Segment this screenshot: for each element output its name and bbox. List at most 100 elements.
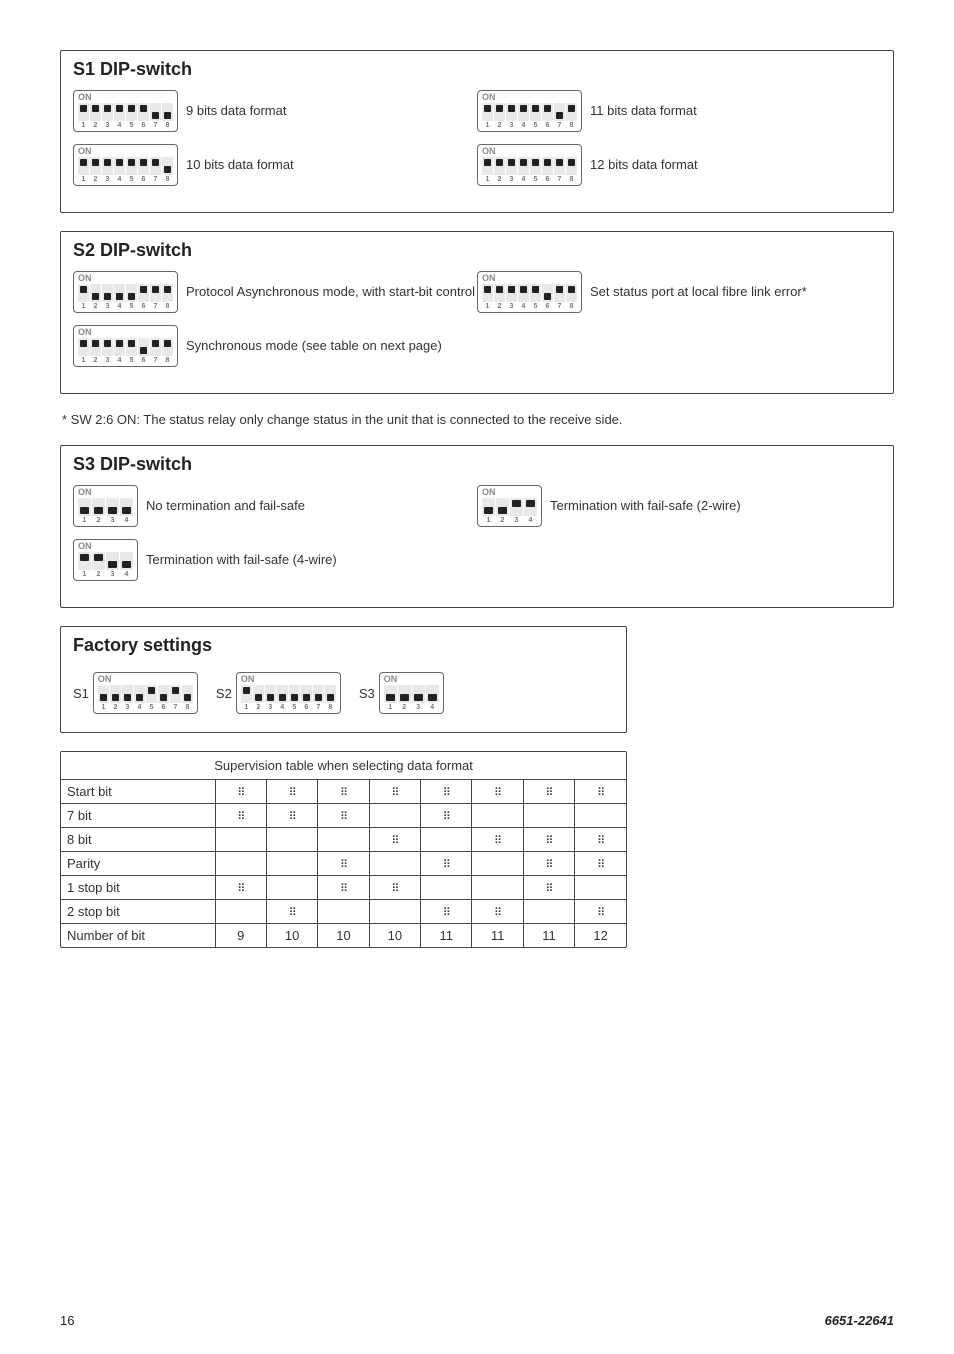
factory-settings-section: Factory settings S1 ON12345678 S2 ON1234… (60, 626, 627, 733)
s2-label: Protocol Asynchronous mode, with start-b… (186, 283, 475, 301)
table-cell: ⠿ (575, 900, 626, 924)
row-header: 2 stop bit (61, 900, 215, 924)
table-cell: ⠿ (266, 900, 317, 924)
dip-switch-4: ON1234 (73, 539, 138, 581)
table-cell: ⠿ (215, 876, 266, 900)
dip-switch-4: ON1234 (73, 485, 138, 527)
table-cell (318, 900, 369, 924)
s3-label: No termination and fail-safe (146, 497, 305, 515)
row-header: 1 stop bit (61, 876, 215, 900)
dip-switch-4: ON1234 (379, 672, 444, 714)
supervision-table-section: Supervision table when selecting data fo… (60, 751, 627, 948)
table-row: Start bit⠿⠿⠿⠿⠿⠿⠿⠿ (61, 780, 626, 804)
factory-s3: S3 ON1234 (359, 672, 444, 714)
factory-s2-label: S2 (216, 686, 232, 701)
s1-title: S1 DIP-switch (73, 59, 881, 80)
table-cell (421, 876, 472, 900)
table-cell (472, 804, 523, 828)
table-cell (369, 852, 420, 876)
footnote: * SW 2:6 ON: The status relay only chang… (60, 412, 894, 427)
table-cell: ⠿ (369, 876, 420, 900)
dip-switch-8: ON12345678 (477, 144, 582, 186)
table-cell: ⠿ (575, 828, 626, 852)
s3-entry-2wire: ON1234 Termination with fail-safe (2-wir… (477, 485, 881, 527)
s2-label: Synchronous mode (see table on next page… (186, 337, 442, 355)
table-cell: 12 (575, 924, 626, 948)
table-row: 8 bit⠿⠿⠿⠿ (61, 828, 626, 852)
s2-entry-status: ON12345678 Set status port at local fibr… (477, 271, 881, 313)
dip-switch-4: ON1234 (477, 485, 542, 527)
s1-entry-9bits: ON12345678 9 bits data format (73, 90, 477, 132)
table-cell: ⠿ (523, 780, 574, 804)
table-cell: ⠿ (575, 780, 626, 804)
table-cell: ⠿ (421, 900, 472, 924)
dip-switch-8: ON12345678 (73, 144, 178, 186)
table-cell (369, 804, 420, 828)
s2-title: S2 DIP-switch (73, 240, 881, 261)
s3-entry-noterm: ON1234 No termination and fail-safe (73, 485, 477, 527)
table-cell: ⠿ (472, 780, 523, 804)
table-cell (472, 876, 523, 900)
table-cell: ⠿ (215, 804, 266, 828)
table-cell (575, 876, 626, 900)
table-cell: ⠿ (266, 804, 317, 828)
row-header: Parity (61, 852, 215, 876)
table-cell: ⠿ (318, 876, 369, 900)
table-cell: ⠿ (523, 876, 574, 900)
table-cell (369, 900, 420, 924)
table-cell: 11 (472, 924, 523, 948)
s2-dip-switch-section: S2 DIP-switch ON12345678 Protocol Asynch… (60, 231, 894, 394)
dip-switch-8: ON12345678 (477, 90, 582, 132)
factory-s2: S2 ON12345678 (216, 672, 341, 714)
table-cell: ⠿ (421, 804, 472, 828)
table-cell (472, 852, 523, 876)
table-cell: 10 (318, 924, 369, 948)
table-row: Parity⠿⠿⠿⠿ (61, 852, 626, 876)
factory-title: Factory settings (73, 635, 614, 656)
s3-label: Termination with fail-safe (4-wire) (146, 551, 337, 569)
page-number: 16 (60, 1313, 74, 1328)
table-cell: 10 (266, 924, 317, 948)
s3-entry-4wire: ON1234 Termination with fail-safe (4-wir… (73, 539, 477, 581)
table-cell: ⠿ (472, 828, 523, 852)
s1-label: 12 bits data format (590, 156, 698, 174)
table-cell (523, 900, 574, 924)
table-row: 1 stop bit⠿⠿⠿⠿ (61, 876, 626, 900)
s1-dip-switch-section: S1 DIP-switch ON12345678 9 bits data for… (60, 50, 894, 213)
dip-switch-8: ON12345678 (236, 672, 341, 714)
table-row: 7 bit⠿⠿⠿⠿ (61, 804, 626, 828)
table-cell: 11 (523, 924, 574, 948)
s1-entry-12bits: ON12345678 12 bits data format (477, 144, 881, 186)
s1-label: 9 bits data format (186, 102, 286, 120)
table-cell: ⠿ (421, 780, 472, 804)
table-cell (215, 828, 266, 852)
table-cell: 11 (421, 924, 472, 948)
factory-s1: S1 ON12345678 (73, 672, 198, 714)
s2-entry-async: ON12345678 Protocol Asynchronous mode, w… (73, 271, 477, 313)
table-cell (266, 876, 317, 900)
s1-entry-11bits: ON12345678 11 bits data format (477, 90, 881, 132)
s2-label: Set status port at local fibre link erro… (590, 283, 807, 301)
table-cell: 10 (369, 924, 420, 948)
table-row: Number of bit910101011111112 (61, 924, 626, 948)
s2-entry-sync: ON12345678 Synchronous mode (see table o… (73, 325, 477, 367)
s3-dip-switch-section: S3 DIP-switch ON1234 No termination and … (60, 445, 894, 608)
supervision-title: Supervision table when selecting data fo… (61, 752, 626, 780)
s3-title: S3 DIP-switch (73, 454, 881, 475)
s1-label: 10 bits data format (186, 156, 294, 174)
dip-switch-8: ON12345678 (93, 672, 198, 714)
table-cell: ⠿ (318, 780, 369, 804)
table-cell: ⠿ (523, 852, 574, 876)
table-cell: ⠿ (369, 828, 420, 852)
row-header: 7 bit (61, 804, 215, 828)
table-cell: ⠿ (523, 828, 574, 852)
row-header: 8 bit (61, 828, 215, 852)
table-cell (421, 828, 472, 852)
table-cell: ⠿ (318, 852, 369, 876)
row-header: Start bit (61, 780, 215, 804)
supervision-table: Start bit⠿⠿⠿⠿⠿⠿⠿⠿7 bit⠿⠿⠿⠿8 bit⠿⠿⠿⠿Parit… (61, 780, 626, 947)
table-cell: ⠿ (575, 852, 626, 876)
dip-switch-8: ON12345678 (73, 90, 178, 132)
document-number: 6651-22641 (825, 1313, 894, 1328)
factory-s1-label: S1 (73, 686, 89, 701)
